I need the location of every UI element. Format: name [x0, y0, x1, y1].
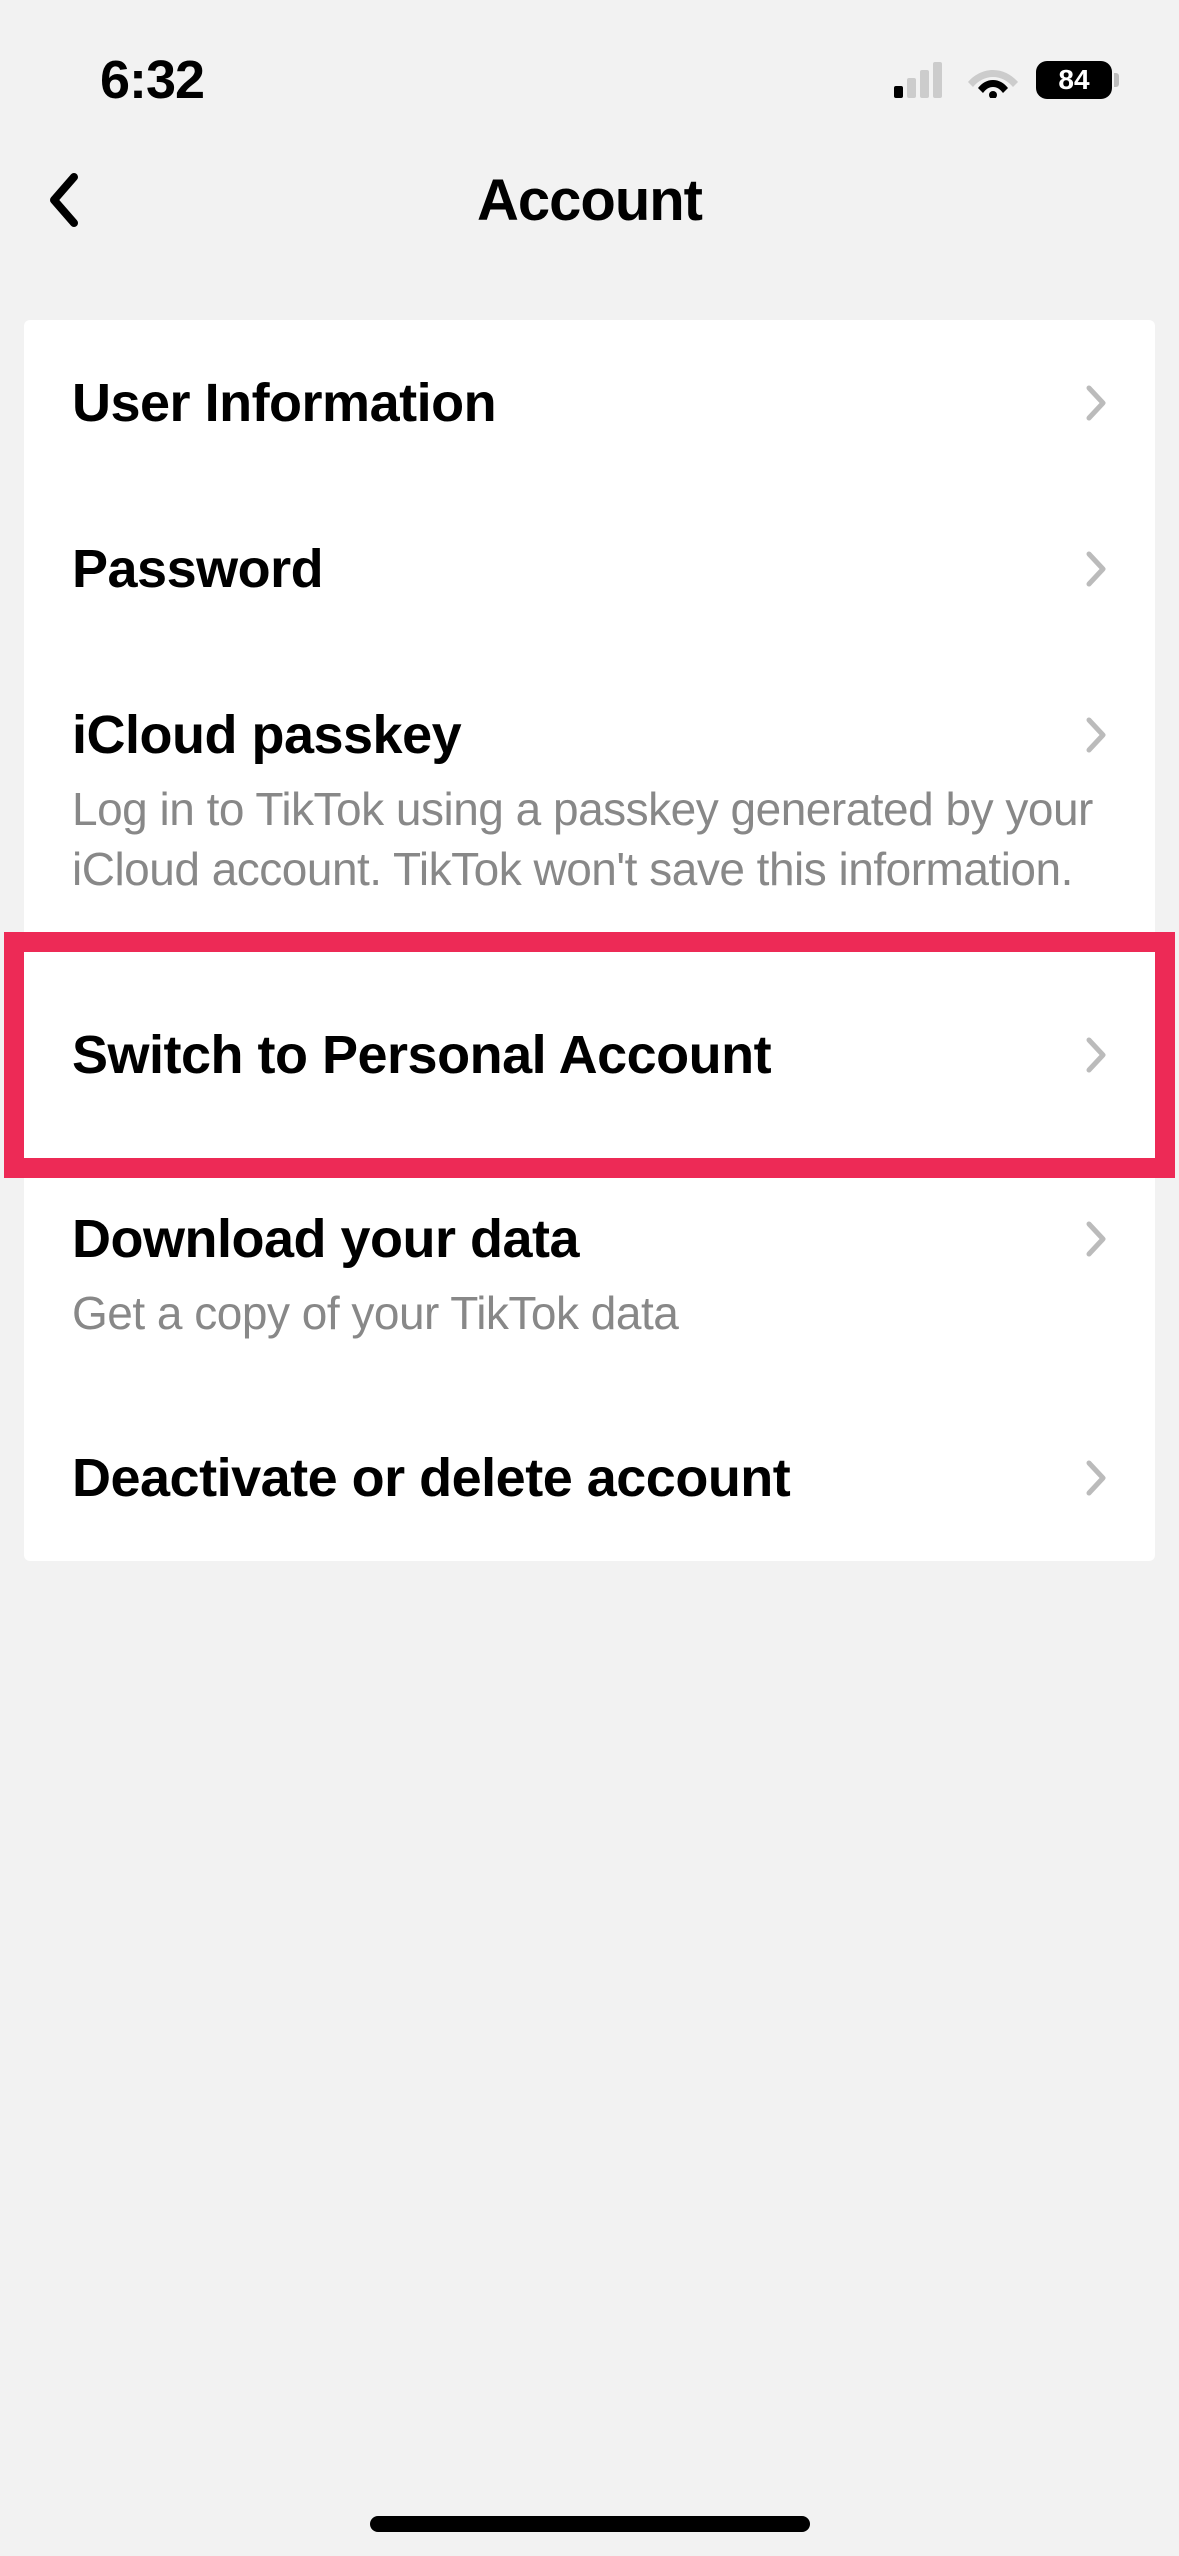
row-label: Deactivate or delete account: [72, 1447, 790, 1509]
chevron-right-icon: [1085, 716, 1107, 754]
status-indicators: 84: [894, 61, 1119, 99]
row-password[interactable]: Password: [24, 486, 1155, 652]
row-label: iCloud passkey: [72, 704, 461, 766]
chevron-right-icon: [1085, 550, 1107, 588]
battery-indicator: 84: [1036, 61, 1119, 99]
chevron-right-icon: [1085, 1459, 1107, 1497]
chevron-right-icon: [1085, 384, 1107, 422]
back-button[interactable]: [32, 170, 92, 230]
row-download-data[interactable]: Download your data Get a copy of your Ti…: [24, 1178, 1155, 1396]
cellular-signal-icon: [894, 62, 950, 98]
chevron-left-icon: [46, 173, 78, 227]
row-user-information[interactable]: User Information: [24, 320, 1155, 486]
settings-card: User Information Password iCloud passkey…: [24, 320, 1155, 1561]
row-deactivate-delete[interactable]: Deactivate or delete account: [24, 1395, 1155, 1561]
row-label: Password: [72, 538, 323, 600]
wifi-icon: [968, 62, 1018, 98]
row-label: Download your data: [72, 1208, 579, 1270]
status-bar: 6:32 84: [0, 0, 1179, 140]
row-sublabel: Log in to TikTok using a passkey generat…: [72, 780, 1107, 900]
row-label: Switch to Personal Account: [72, 1024, 771, 1086]
nav-header: Account: [0, 140, 1179, 260]
chevron-right-icon: [1085, 1220, 1107, 1258]
chevron-right-icon: [1085, 1036, 1107, 1074]
battery-level: 84: [1058, 64, 1089, 96]
home-indicator[interactable]: [370, 2516, 810, 2532]
row-sublabel: Get a copy of your TikTok data: [72, 1284, 1107, 1344]
row-label: User Information: [72, 372, 496, 434]
status-time: 6:32: [100, 49, 204, 111]
row-icloud-passkey[interactable]: iCloud passkey Log in to TikTok using a …: [24, 652, 1155, 932]
page-title: Account: [477, 167, 702, 234]
row-switch-to-personal[interactable]: Switch to Personal Account: [4, 932, 1175, 1178]
